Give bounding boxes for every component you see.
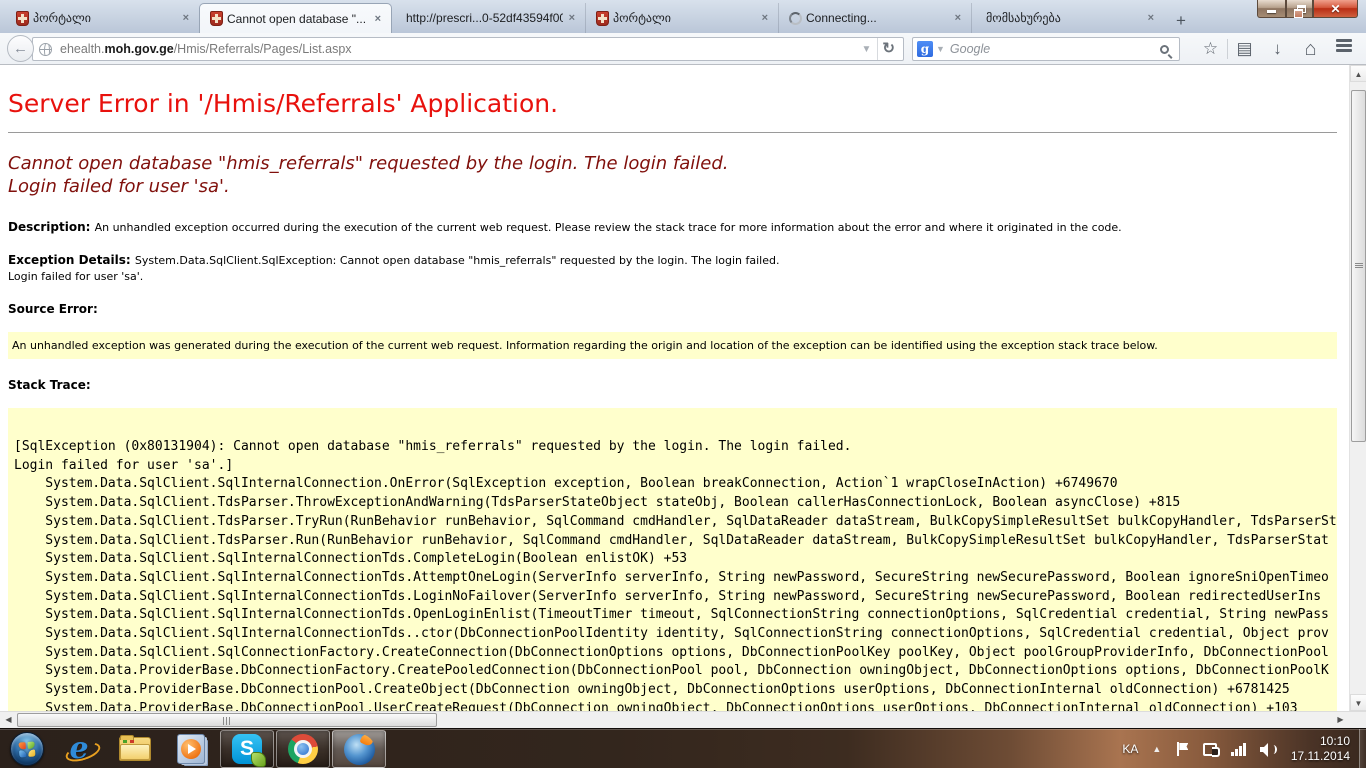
scroll-down-icon[interactable]: ▼ (1350, 694, 1366, 711)
tab-close-icon[interactable]: × (567, 12, 577, 24)
chrome-icon (288, 734, 318, 764)
bookmark-star-icon[interactable]: ☆ (1194, 35, 1227, 63)
scroll-left-icon[interactable]: ◀ (0, 712, 17, 728)
tab-close-icon[interactable]: × (181, 12, 191, 24)
tab-error-page-active[interactable]: Cannot open database "... × (199, 3, 392, 33)
bookmarks-menu-icon[interactable]: ▤ (1228, 35, 1261, 63)
downloads-icon[interactable]: ↓ (1261, 35, 1294, 63)
url-domain: moh.gov.ge (104, 42, 173, 56)
url-history-dropdown-icon[interactable]: ▼ (856, 44, 878, 55)
internet-explorer-icon: e (69, 734, 88, 764)
taskbar-internet-explorer[interactable]: e (52, 730, 106, 768)
skype-icon: S (232, 734, 262, 764)
source-error-box: An unhandled exception was generated dur… (8, 332, 1337, 359)
windows-logo-icon (18, 741, 35, 757)
power-plug-icon[interactable] (1203, 743, 1217, 756)
tab-title: http://prescri...0-52df43594f00 (406, 11, 563, 25)
exception-details-label: Exception Details: (8, 253, 135, 267)
hamburger-menu-icon[interactable] (1327, 35, 1360, 63)
stack-trace-heading: Stack Trace: (8, 377, 1349, 394)
description-label: Description: (8, 220, 95, 234)
georgia-emblem-favicon (16, 11, 29, 26)
show-desktop-button[interactable] (1359, 729, 1366, 769)
error-message-heading: Cannot open database "hmis_referrals" re… (8, 152, 1349, 198)
minimize-button[interactable] (1257, 0, 1286, 18)
network-signal-icon[interactable] (1231, 743, 1246, 756)
source-error-heading: Source Error: (8, 301, 1349, 318)
url-text[interactable]: ehealth.moh.gov.ge/Hmis/Referrals/Pages/… (60, 42, 856, 56)
georgia-emblem-favicon (596, 11, 609, 26)
georgia-emblem-favicon (210, 11, 223, 26)
tab-portal-2[interactable]: პორტალი × (585, 3, 778, 33)
reload-icon[interactable]: ↻ (877, 38, 899, 60)
taskbar-apps: e S (52, 730, 388, 768)
tab-close-icon[interactable]: × (1146, 12, 1156, 24)
show-hidden-icons-chevron[interactable]: ▲ (1152, 744, 1161, 754)
new-tab-button[interactable]: + (1166, 9, 1196, 33)
clock-date: 17.11.2014 (1291, 749, 1350, 763)
system-tray: KA ▲ 10:10 17.11.2014 (1122, 729, 1356, 769)
taskbar-skype[interactable]: S (220, 730, 274, 768)
stack-trace-box: [SqlException (0x80131904): Cannot open … (8, 408, 1337, 711)
media-player-icon (177, 734, 205, 764)
tab-title: მომსახურება (986, 11, 1142, 25)
tab-title: პორტალი (613, 11, 756, 25)
tab-close-icon[interactable]: × (760, 12, 770, 24)
firefox-icon (344, 734, 375, 765)
window-controls: ✕ (1257, 0, 1358, 18)
error-page: Server Error in '/Hmis/Referrals' Applic… (8, 65, 1349, 711)
windows-taskbar: e S KA ▲ 10:10 17.11.2014 (0, 728, 1366, 768)
close-button[interactable]: ✕ (1313, 0, 1358, 18)
tab-list: პორტალი × Cannot open database "... × ht… (6, 3, 1196, 33)
loading-spinner-icon (789, 12, 802, 25)
tab-portal-1[interactable]: პორტალი × (6, 3, 199, 33)
action-center-flag-icon[interactable] (1177, 742, 1189, 756)
tab-strip: პორტალი × Cannot open database "... × ht… (0, 0, 1366, 33)
search-icon[interactable] (1160, 45, 1169, 54)
description-paragraph: Description: An unhandled exception occu… (8, 219, 1349, 236)
horizontal-scrollbar[interactable]: ◀ ▶ (0, 711, 1366, 728)
start-button[interactable] (10, 732, 44, 766)
folder-icon (119, 737, 151, 761)
restore-button[interactable] (1286, 0, 1313, 18)
tab-title: Cannot open database "... (227, 12, 369, 26)
page-title: Server Error in '/Hmis/Referrals' Applic… (8, 89, 1349, 118)
google-engine-icon[interactable]: g (917, 41, 933, 57)
taskbar-windows-explorer[interactable] (108, 730, 162, 768)
browser-viewport: Server Error in '/Hmis/Referrals' Applic… (0, 65, 1366, 711)
globe-icon (39, 43, 52, 56)
exception-details-paragraph: Exception Details: System.Data.SqlClient… (8, 252, 1349, 285)
taskbar-firefox[interactable] (332, 730, 386, 768)
tab-title: პორტალი (33, 11, 177, 25)
clock-time: 10:10 (1320, 734, 1350, 748)
tab-connecting[interactable]: Connecting... × (778, 3, 971, 33)
tab-prescription[interactable]: http://prescri...0-52df43594f00 × (392, 3, 585, 33)
back-button[interactable]: ← (7, 35, 34, 62)
close-icon: ✕ (1330, 2, 1340, 16)
tab-title: Connecting... (806, 11, 949, 25)
restore-icon (1297, 5, 1306, 13)
scroll-up-icon[interactable]: ▲ (1350, 65, 1366, 82)
tab-close-icon[interactable]: × (953, 12, 963, 24)
tab-services[interactable]: მომსახურება × (971, 3, 1164, 33)
minimize-icon (1267, 10, 1276, 13)
search-bar[interactable]: g ▼ (912, 37, 1180, 61)
taskbar-chrome[interactable] (276, 730, 330, 768)
search-engine-dropdown-icon[interactable]: ▼ (933, 44, 950, 54)
navigation-toolbar: ← ehealth.moh.gov.ge/Hmis/Referrals/Page… (0, 33, 1366, 65)
search-input[interactable] (950, 42, 1160, 56)
url-bar[interactable]: ehealth.moh.gov.ge/Hmis/Referrals/Pages/… (32, 37, 904, 61)
vertical-scrollbar-thumb[interactable] (1351, 90, 1366, 442)
volume-icon[interactable] (1260, 743, 1275, 756)
divider (8, 132, 1337, 133)
horizontal-scrollbar-thumb[interactable] (17, 713, 437, 727)
vertical-scrollbar[interactable]: ▲ ▼ (1349, 65, 1366, 711)
home-icon[interactable]: ⌂ (1294, 35, 1327, 63)
taskbar-clock[interactable]: 10:10 17.11.2014 (1291, 734, 1350, 764)
taskbar-media-player[interactable] (164, 730, 218, 768)
toolbar-buttons: ☆ ▤ ↓ ⌂ (1194, 35, 1360, 63)
tab-close-icon[interactable]: × (373, 13, 383, 25)
scroll-right-icon[interactable]: ▶ (1332, 712, 1349, 728)
language-indicator[interactable]: KA (1122, 742, 1138, 756)
